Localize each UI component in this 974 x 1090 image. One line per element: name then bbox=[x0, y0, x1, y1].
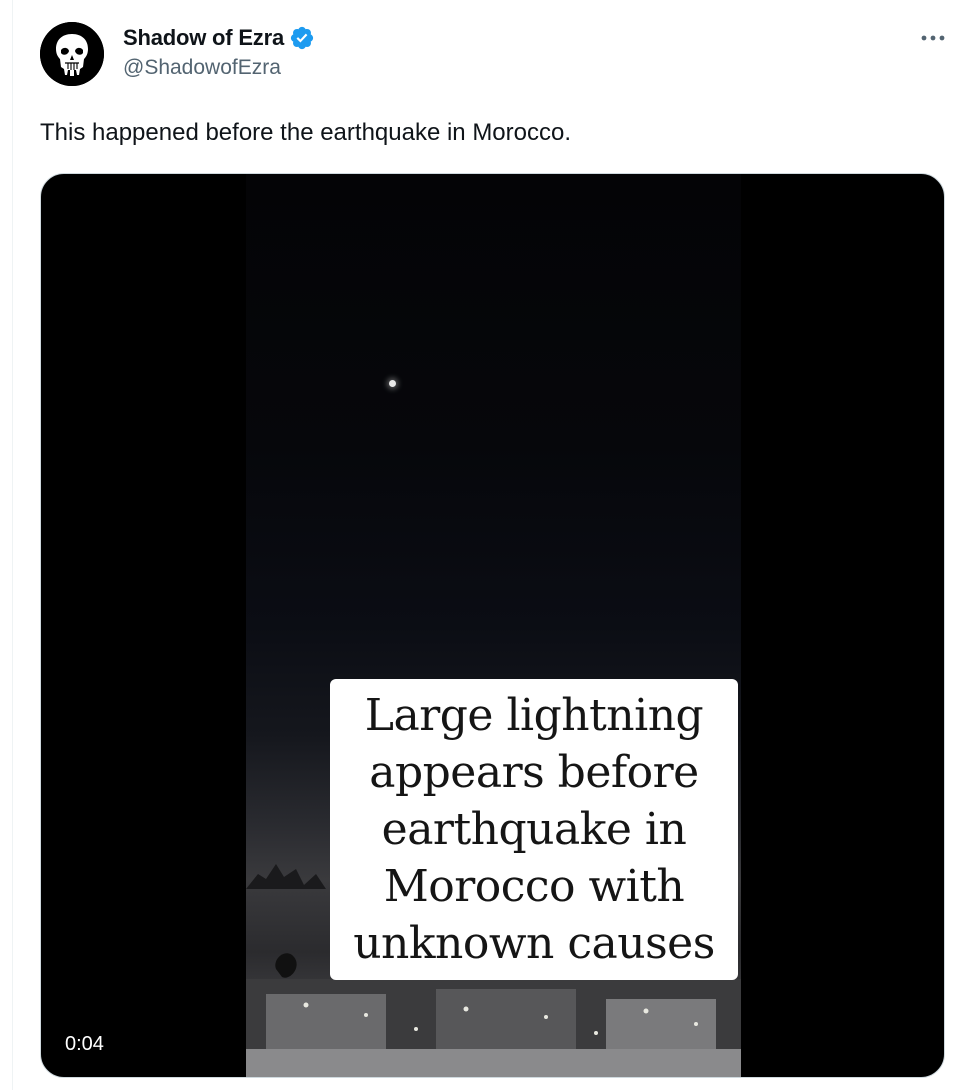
punisher-skull-icon bbox=[40, 22, 104, 86]
tweet-text: This happened before the earthquake in M… bbox=[40, 119, 572, 146]
timeline-border bbox=[12, 0, 13, 1090]
caption-text: Large lightning appears before earthquak… bbox=[353, 690, 715, 969]
author-display-name[interactable]: Shadow of Ezra bbox=[123, 25, 284, 51]
more-options-button[interactable] bbox=[918, 28, 948, 48]
verified-badge-icon[interactable] bbox=[289, 25, 315, 51]
author-name-row[interactable]: Shadow of Ezra bbox=[123, 24, 315, 52]
author-avatar[interactable] bbox=[40, 22, 104, 86]
video-player[interactable]: Large lightning appears before earthquak… bbox=[40, 173, 945, 1078]
tweet-header: Shadow of Ezra @ShadowofEzra bbox=[40, 22, 946, 86]
more-horizontal-icon bbox=[921, 35, 945, 41]
video-timestamp: 0:04 bbox=[55, 1026, 114, 1062]
author-handle[interactable]: @ShadowofEzra bbox=[123, 56, 281, 80]
video-caption-overlay: Large lightning appears before earthquak… bbox=[330, 679, 738, 980]
sky-light bbox=[389, 380, 396, 387]
